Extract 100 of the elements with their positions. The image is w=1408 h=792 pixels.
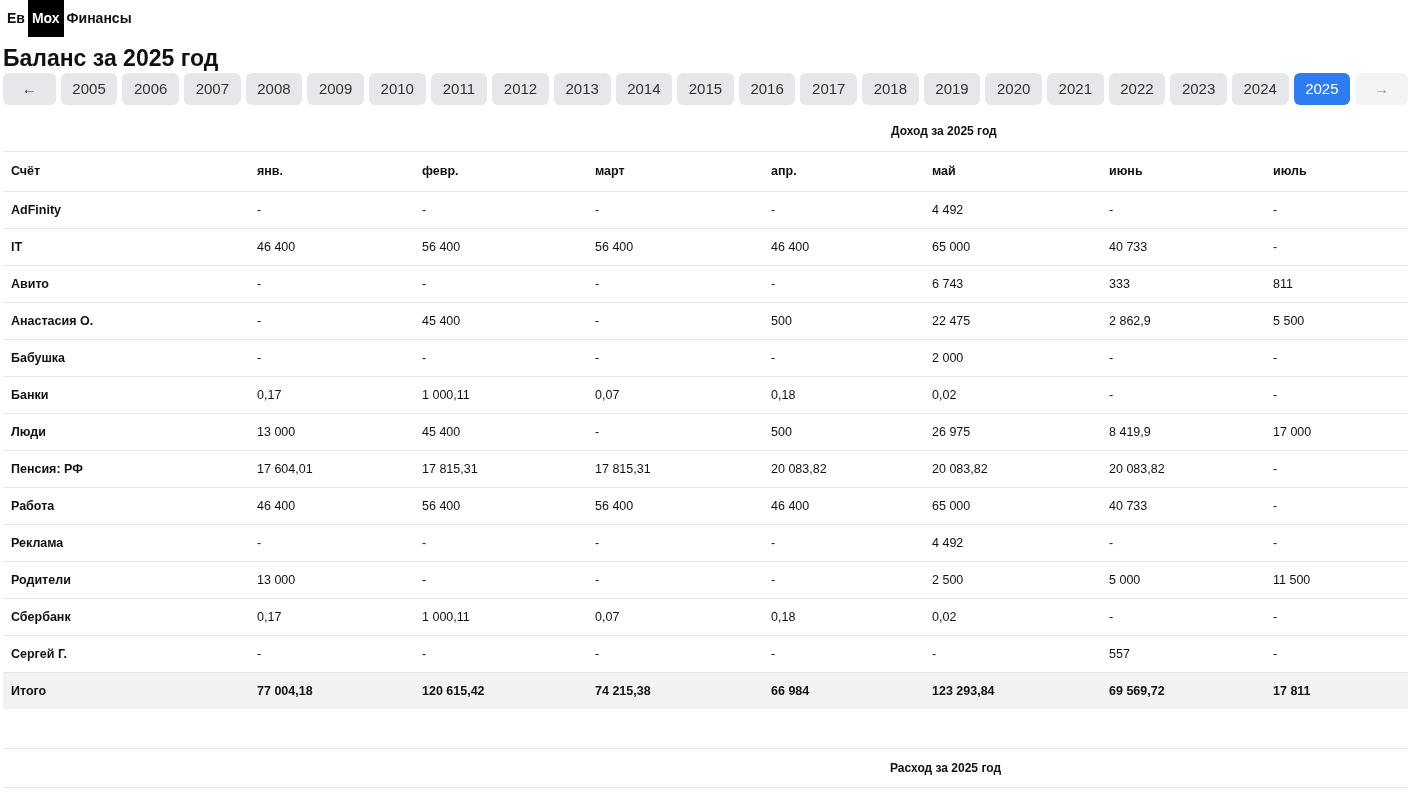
table-cell-text: - <box>770 571 777 589</box>
year-tab[interactable]: 2005 <box>60 73 118 105</box>
logo-text[interactable]: Мох <box>27 0 64 37</box>
table-cell-text: 8 419,9 <box>1108 423 1152 441</box>
table-cell-text: - <box>594 275 601 293</box>
table-cell-text: - <box>421 275 428 293</box>
table-cell-text: - <box>770 201 777 219</box>
table-cell-text: - <box>256 534 263 552</box>
table-cell-text: 20 083,82 <box>1108 460 1166 478</box>
table-cell-text: - <box>931 645 938 663</box>
column-header: май <box>931 163 957 181</box>
page-title: Баланс за 2025 год <box>2 44 220 72</box>
table-cell-text: - <box>1272 645 1279 663</box>
column-header: июнь <box>1108 163 1144 181</box>
column-header: апр. <box>770 163 798 181</box>
row-header-cell-text: Авито <box>10 275 50 293</box>
table-cell-text: 0,18 <box>770 386 797 404</box>
row-header-cell-text: IT <box>10 238 24 256</box>
year-tab[interactable]: 2016 <box>738 73 796 105</box>
row-header-cell-text: Счёт <box>10 163 42 181</box>
table-cell-text: - <box>256 312 263 330</box>
table-cell-text: 56 400 <box>421 238 462 256</box>
table-cell-text: - <box>421 349 428 367</box>
year-tab[interactable]: 2024 <box>1231 73 1289 105</box>
row-header-cell-text: Банки <box>10 386 50 404</box>
row-header-cell-text: AdFinity <box>10 201 62 219</box>
table-cell-text: 74 215,38 <box>594 682 652 700</box>
table-cell-text: - <box>770 275 777 293</box>
year-tab[interactable]: 2021 <box>1047 73 1104 105</box>
logo-text[interactable]: Ев <box>7 8 25 29</box>
table-cell-text: - <box>256 275 263 293</box>
year-tab[interactable]: 2022 <box>1108 73 1166 105</box>
column-header: март <box>594 163 626 181</box>
row-header-cell-text: Сбербанк <box>10 608 72 626</box>
table-cell-text: - <box>1272 534 1279 552</box>
table-cell-text: 1 000,11 <box>421 386 471 404</box>
year-tab[interactable]: 2018 <box>862 73 919 105</box>
table-caption: Расход за 2025 год <box>3 748 1408 788</box>
year-tab[interactable]: 2006 <box>122 73 179 105</box>
row-header-cell-text: Реклама <box>10 534 65 552</box>
table-cell-text: - <box>594 534 601 552</box>
year-tab[interactable]: 2015 <box>677 73 734 105</box>
year-tab[interactable]: 2025 <box>1293 73 1351 105</box>
table-cell-text: 66 984 <box>770 682 811 700</box>
table-cell-text: 2 500 <box>931 571 965 589</box>
table-cell-text: 77 004,18 <box>256 682 314 700</box>
year-tab[interactable]: 2007 <box>184 73 241 105</box>
table-cell-text: - <box>421 645 428 663</box>
table-cell-text: 4 492 <box>931 201 965 219</box>
table-cell-text: 11 500 <box>1272 571 1312 589</box>
row-header-cell-text: Бабушка <box>10 349 67 367</box>
table-cell-text: 2 862,9 <box>1108 312 1152 330</box>
table-cell-text: - <box>421 534 428 552</box>
table-cell-text: - <box>256 349 263 367</box>
table-cell-text: 46 400 <box>770 238 811 256</box>
column-header: июль <box>1272 163 1308 181</box>
table-cell-text: - <box>256 201 263 219</box>
table-cell-text: 65 000 <box>931 497 972 515</box>
table-cell-text: 0,18 <box>770 608 797 626</box>
table-cell-text: 5 500 <box>1272 312 1306 330</box>
table-cell-text: 1 000,11 <box>421 608 471 626</box>
table-cell-text: 69 569,72 <box>1108 682 1166 700</box>
table-cell-text: - <box>1272 349 1279 367</box>
table-cell-text: - <box>770 645 777 663</box>
column-header: янв. <box>256 163 284 181</box>
table-cell-text: - <box>1272 608 1279 626</box>
table-cell-text: - <box>770 349 777 367</box>
table-cell-text: 0,17 <box>256 386 283 404</box>
table-cell-text: - <box>594 645 601 663</box>
prev-year-button[interactable]: ← <box>3 73 56 105</box>
table-cell-text: 2 000 <box>931 349 965 367</box>
year-tab[interactable]: 2010 <box>368 73 426 105</box>
column-header: февр. <box>421 163 460 181</box>
year-tab[interactable]: 2008 <box>245 73 303 105</box>
row-header-cell-text: Родители <box>10 571 72 589</box>
table-cell-text: - <box>1272 497 1279 515</box>
year-tab[interactable]: 2023 <box>1170 73 1227 105</box>
year-tab[interactable]: 2020 <box>985 73 1042 105</box>
year-tab[interactable]: 2012 <box>492 73 549 105</box>
row-header-cell-text: Сергей Г. <box>10 645 68 663</box>
year-tab[interactable]: 2017 <box>800 73 858 105</box>
year-tab[interactable]: 2014 <box>615 73 673 105</box>
year-tab[interactable]: 2009 <box>307 73 364 105</box>
table-cell-text: 333 <box>1108 275 1131 293</box>
year-tab[interactable]: 2013 <box>553 73 611 105</box>
table-cell-text: 500 <box>770 312 793 330</box>
table-cell-text: 45 400 <box>421 312 462 330</box>
table-cell-text: 0,17 <box>256 608 283 626</box>
table-cell-text: 56 400 <box>594 238 635 256</box>
table-cell-text: - <box>1108 349 1115 367</box>
table-cell-text: - <box>256 645 263 663</box>
table-cell-text: - <box>1272 238 1279 256</box>
table-cell-text: 13 000 <box>256 571 297 589</box>
logo-text[interactable]: Финансы <box>66 8 132 29</box>
row-header-cell-text: Пенсия: РФ <box>10 460 84 478</box>
table-cell-text: 65 000 <box>931 238 972 256</box>
table-cell-text: 0,07 <box>594 386 621 404</box>
year-tab[interactable]: 2019 <box>923 73 981 105</box>
table-cell-text: - <box>421 201 428 219</box>
year-tab[interactable]: 2011 <box>430 73 488 105</box>
